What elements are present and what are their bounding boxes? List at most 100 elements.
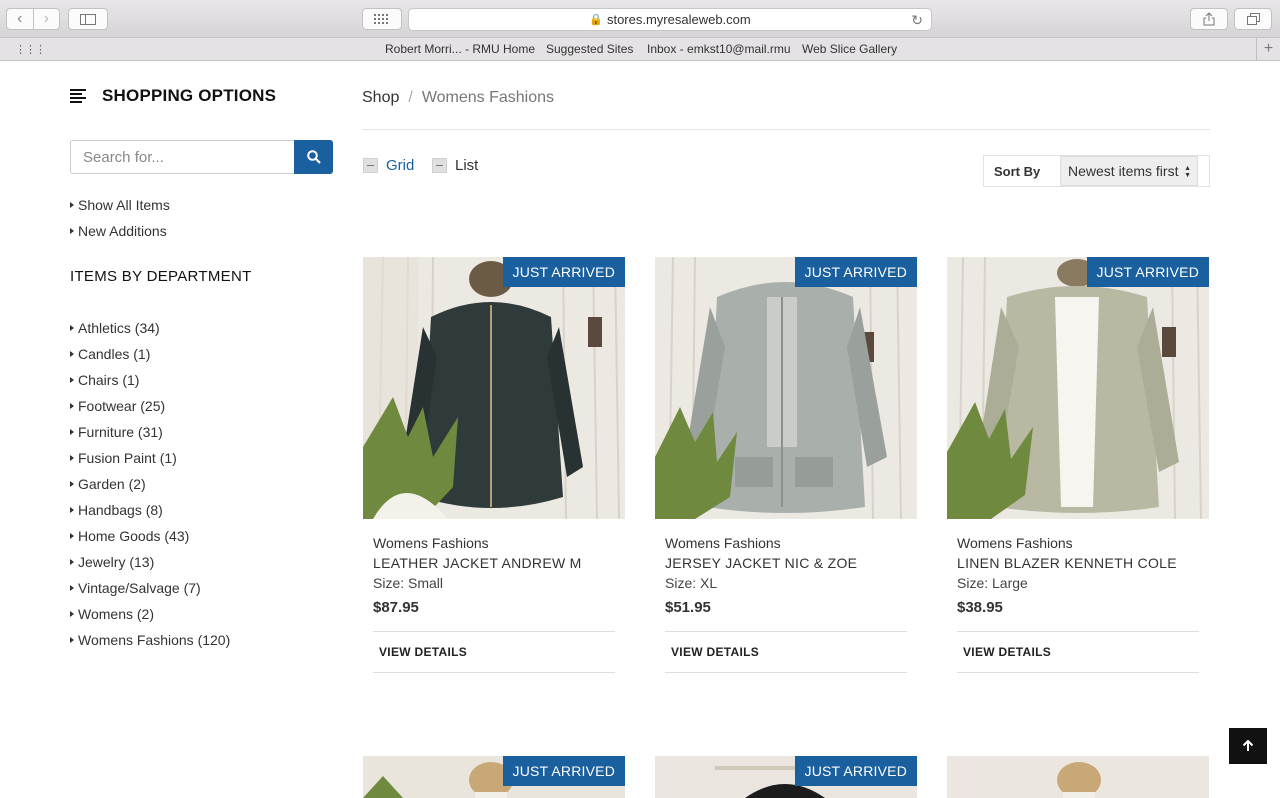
dept-vintage-salvage[interactable]: Vintage/Salvage (7) [70, 575, 230, 601]
caret-right-icon [70, 351, 74, 357]
dept-label: Jewelry (13) [78, 554, 155, 570]
sort-label: Sort By [994, 163, 1041, 179]
link-label: New Additions [78, 223, 167, 239]
dept-athletics[interactable]: Athletics (34) [70, 315, 230, 341]
dept-furniture[interactable]: Furniture (31) [70, 419, 230, 445]
dept-womens[interactable]: Womens (2) [70, 601, 230, 627]
apps-grid-icon[interactable]: ⋮⋮⋮ [15, 43, 46, 56]
product-image[interactable]: JUST ARRIVED [363, 756, 625, 798]
favorite-inbox[interactable]: Inbox - emkst10@mail.rmu [647, 42, 791, 56]
minus-icon [432, 158, 447, 173]
search-button[interactable] [294, 140, 333, 174]
arrow-up-icon [1242, 740, 1254, 751]
just-arrived-badge: JUST ARRIVED [502, 257, 625, 287]
caret-right-icon [70, 559, 74, 565]
dept-jewelry[interactable]: Jewelry (13) [70, 549, 230, 575]
product-price: $87.95 [373, 599, 419, 616]
search-icon [306, 150, 321, 164]
dept-label: Handbags (8) [78, 502, 163, 518]
just-arrived-badge: JUST ARRIVED [794, 756, 917, 786]
product-category: Womens Fashions [665, 535, 781, 551]
reload-icon[interactable]: ↻ [911, 12, 923, 29]
dept-label: Chairs (1) [78, 372, 140, 388]
favorite-suggested-sites[interactable]: Suggested Sites [546, 42, 633, 56]
breadcrumb-current: Womens Fashions [421, 89, 555, 106]
department-list: Athletics (34) Candles (1) Chairs (1) Fo… [70, 315, 230, 653]
caret-right-icon [70, 325, 74, 331]
product-name[interactable]: LEATHER JACKET ANDREW M [373, 555, 625, 571]
tabs-icon[interactable] [1234, 8, 1272, 30]
view-details-button[interactable]: VIEW DETAILS [957, 631, 1199, 673]
list-view-toggle[interactable]: List [432, 157, 478, 174]
view-details-button[interactable]: VIEW DETAILS [665, 631, 907, 673]
linen-blazer-photo [947, 257, 1209, 519]
product-name[interactable]: JERSEY JACKET NIC & ZOE [665, 555, 917, 571]
sort-select[interactable]: Newest items first ▲ ▼ [1060, 156, 1198, 186]
new-additions-link[interactable]: New Additions [70, 218, 170, 244]
product-card: JUST ARRIVED Womens Fashions LEATHER JAC… [363, 257, 625, 673]
product-size: Size: XL [665, 575, 718, 591]
product-size: Size: Large [957, 575, 1028, 591]
add-tab-icon[interactable]: + [1256, 38, 1280, 60]
dept-garden[interactable]: Garden (2) [70, 471, 230, 497]
caret-right-icon [70, 202, 74, 208]
department-heading: ITEMS BY DEPARTMENT [70, 268, 252, 285]
dept-label: Footwear (25) [78, 398, 166, 414]
product-image[interactable] [947, 756, 1209, 798]
forward-icon[interactable]: › [32, 9, 60, 29]
favorite-web-slice-gallery[interactable]: Web Slice Gallery [802, 42, 897, 56]
url-text: stores.myresaleweb.com [606, 12, 751, 27]
dept-womens-fashions[interactable]: Womens Fashions (120) [70, 627, 230, 653]
scroll-to-top-button[interactable] [1229, 728, 1267, 764]
jersey-jacket-photo [655, 257, 917, 519]
product-card: JUST ARRIVED Womens Fashions JERSEY JACK… [655, 257, 917, 673]
product-image[interactable]: JUST ARRIVED [655, 257, 917, 519]
product-price: $51.95 [665, 599, 711, 616]
search-input[interactable] [70, 140, 294, 174]
quick-links: Show All Items New Additions [70, 192, 170, 244]
dept-label: Womens Fashions (120) [78, 632, 231, 648]
view-details-button[interactable]: VIEW DETAILS [373, 631, 615, 673]
show-all-items-link[interactable]: Show All Items [70, 192, 170, 218]
product-category: Womens Fashions [957, 535, 1073, 551]
link-label: Show All Items [78, 197, 170, 213]
caret-right-icon [70, 403, 74, 409]
dept-candles[interactable]: Candles (1) [70, 341, 230, 367]
dept-label: Candles (1) [78, 346, 151, 362]
caret-right-icon [70, 377, 74, 383]
leather-jacket-photo [363, 257, 625, 519]
dept-label: Womens (2) [78, 606, 154, 622]
product-image[interactable]: JUST ARRIVED [655, 756, 917, 798]
product-name[interactable]: LINEN BLAZER KENNETH COLE [957, 555, 1209, 571]
back-icon[interactable]: ‹ [7, 9, 33, 29]
caret-right-icon [70, 507, 74, 513]
dept-chairs[interactable]: Chairs (1) [70, 367, 230, 393]
dept-label: Fusion Paint (1) [78, 450, 177, 466]
breadcrumb: Shop / Womens Fashions [362, 89, 554, 107]
dept-footwear[interactable]: Footwear (25) [70, 393, 230, 419]
breadcrumb-separator: / [408, 89, 413, 106]
product-image[interactable]: JUST ARRIVED [947, 257, 1209, 519]
dept-home-goods[interactable]: Home Goods (43) [70, 523, 230, 549]
top-sites-icon[interactable] [362, 8, 402, 30]
search-form [70, 140, 333, 174]
just-arrived-badge: JUST ARRIVED [794, 257, 917, 287]
dept-label: Furniture (31) [78, 424, 163, 440]
grid-view-toggle[interactable]: Grid [363, 157, 414, 174]
list-label: List [455, 157, 479, 174]
share-icon[interactable] [1190, 8, 1228, 30]
product-photo [947, 756, 1209, 798]
product-image[interactable]: JUST ARRIVED [363, 257, 625, 519]
sidebar-toggle-icon[interactable] [68, 8, 108, 30]
favorite-rmu-home[interactable]: Robert Morri... - RMU Home [385, 42, 535, 56]
address-bar[interactable]: 🔒 stores.myresaleweb.com ↻ [408, 8, 932, 31]
divider [362, 129, 1210, 130]
product-price: $38.95 [957, 599, 1003, 616]
breadcrumb-shop[interactable]: Shop [362, 89, 399, 107]
shopping-options-heading[interactable]: SHOPPING OPTIONS [70, 86, 276, 106]
dept-handbags[interactable]: Handbags (8) [70, 497, 230, 523]
sort-value: Newest items first [1068, 163, 1179, 179]
sort-control: Sort By Newest items first ▲ ▼ [983, 155, 1210, 187]
minus-icon [363, 158, 378, 173]
dept-fusion-paint[interactable]: Fusion Paint (1) [70, 445, 230, 471]
